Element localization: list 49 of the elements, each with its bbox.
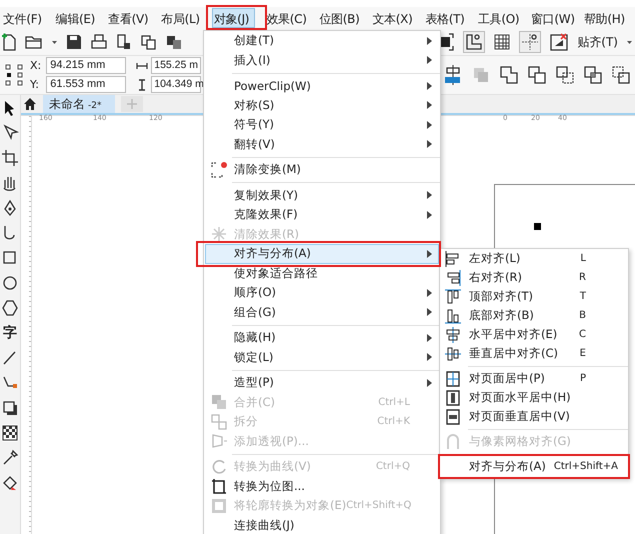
menu-item[interactable]: PowerClip(W) <box>205 76 439 96</box>
menu-item[interactable]: 对齐与分布(A) <box>205 244 439 264</box>
menu-item[interactable]: 克隆效果(F) <box>205 205 439 224</box>
menu-item[interactable]: 表格(T) <box>423 8 467 28</box>
field-label: X: <box>30 59 42 72</box>
menu-item[interactable]: 帮助(H) <box>582 8 626 28</box>
input-field[interactable]: 61.553 mm <box>46 76 126 93</box>
menu-item[interactable]: 对页面居中(P) P <box>441 369 627 388</box>
menu-item[interactable]: 工具(O) <box>476 8 520 28</box>
menu-item[interactable]: 连接曲线(J) <box>205 516 439 534</box>
menu-item[interactable]: 翻转(V) <box>205 134 439 154</box>
menu-item[interactable]: 对页面水平居中(H) <box>441 388 627 407</box>
menu-item[interactable]: 效果(C) <box>264 8 308 28</box>
menu-item[interactable]: 顶部对齐(T) T <box>441 287 627 306</box>
menu-item[interactable]: 隐藏(H) <box>205 328 439 348</box>
menu-item[interactable]: 窗口(W) <box>528 8 573 28</box>
menu-item[interactable]: 文件(F) <box>1 8 45 28</box>
menu-item[interactable]: 对象(J) <box>212 8 256 28</box>
menu-item[interactable]: 符号(Y) <box>205 115 439 134</box>
menu-item[interactable]: 转换为位图... <box>205 476 439 496</box>
menu-item[interactable]: 清除变换(M) <box>205 160 439 180</box>
menu-item[interactable]: 布局(L) <box>159 8 203 28</box>
snap-dropdown[interactable]: 贴齐(T) <box>577 34 618 50</box>
menu-item[interactable]: 顺序(O) <box>205 283 439 302</box>
document-tab[interactable]: 未命名 -2* <box>43 95 116 113</box>
menu-item[interactable]: 左对齐(L) L <box>441 249 627 268</box>
input-field[interactable]: 104.349 m <box>151 76 202 93</box>
menu-item[interactable]: 底部对齐(B) B <box>441 306 627 325</box>
text-tool-icon[interactable]: 字 <box>3 324 17 342</box>
menu-item[interactable]: 水平居中对齐(E) C <box>441 325 627 344</box>
field-label: Y: <box>30 78 40 91</box>
menu-item[interactable]: 对页面垂直居中(V) <box>441 407 627 426</box>
menu-item[interactable]: 创建(T) <box>205 31 439 50</box>
menu-item[interactable]: 右对齐(R) R <box>441 268 627 287</box>
menu-item[interactable]: 复制效果(Y) <box>205 186 439 205</box>
menu-item[interactable]: 对称(S) <box>205 96 439 115</box>
menu-item[interactable]: 对齐与分布(A) Ctrl+Shift+A <box>441 457 627 476</box>
input-field[interactable]: 94.215 mm <box>46 57 126 74</box>
menu-item[interactable]: 造型(P) <box>205 373 439 392</box>
menu-item[interactable]: 锁定(L) <box>205 348 439 367</box>
menu-item[interactable]: 查看(V) <box>106 8 150 28</box>
menu-item[interactable]: 垂直居中对齐(C) E <box>441 344 627 363</box>
input-field[interactable]: 155.25 m <box>151 57 202 74</box>
menu-item[interactable]: 插入(I) <box>205 50 439 70</box>
menu-item[interactable]: 位图(B) <box>317 8 362 28</box>
menu-item[interactable]: 文本(X) <box>370 8 414 28</box>
menu-item[interactable]: 组合(G) <box>205 302 439 322</box>
menu-item[interactable]: 使对象适合路径 <box>205 264 439 283</box>
menu-item[interactable]: 编辑(E) <box>54 8 98 28</box>
